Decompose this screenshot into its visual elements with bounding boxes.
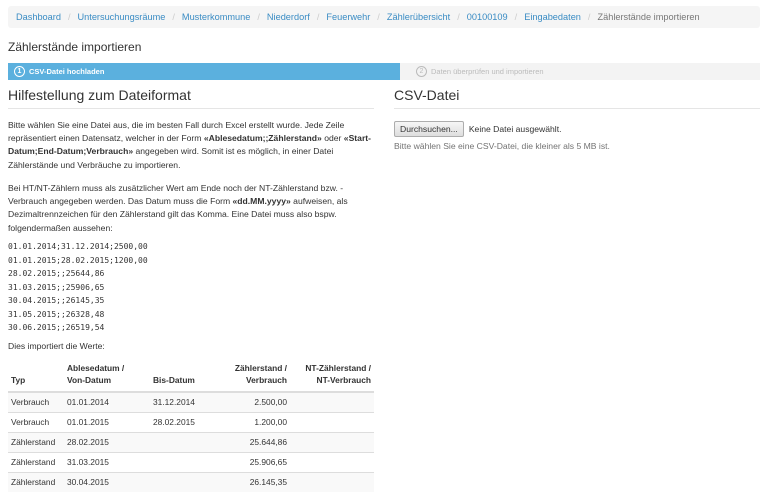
help-paragraph-htnt: Bei HT/NT-Zählern muss als zusätzlicher …: [8, 182, 374, 235]
cell-typ: Zählerstand: [8, 451, 64, 472]
table-row: Zählerstand 28.02.2015 25.644,86: [8, 431, 374, 452]
cell-nt: [290, 411, 374, 432]
breadcrumb-dashboard[interactable]: Dashboard: [16, 12, 61, 22]
breadcrumb: Dashboard / Untersuchungsräume / Musterkom…: [8, 6, 760, 28]
cell-von: 30.04.2015: [64, 471, 150, 492]
cell-von: 01.01.2014: [64, 391, 150, 412]
breadcrumb-separator: /: [257, 12, 260, 22]
breadcrumb-separator: /: [514, 12, 518, 22]
table-row: Zählerstand 31.03.2015 25.906,65: [8, 451, 374, 472]
header-label: NT-Verbrauch: [316, 375, 371, 385]
step-number-badge: 1: [14, 66, 25, 77]
csv-example-line: 31.05.2015;;26328,48: [8, 309, 105, 319]
header-bis-datum: Bis-Datum: [150, 362, 220, 393]
header-label: Ablesedatum /: [67, 363, 125, 373]
cell-von: 28.02.2015: [64, 431, 150, 452]
breadcrumb-zaehler[interactable]: 00100109: [467, 12, 508, 22]
header-label: Typ: [11, 375, 26, 385]
table-row: Zählerstand 30.04.2015 26.145,35: [8, 471, 374, 492]
breadcrumb-separator: /: [377, 12, 380, 22]
help-paragraph-format: Bitte wählen Sie eine Datei aus, die im …: [8, 119, 374, 172]
breadcrumb-musterkommune[interactable]: Musterkommune: [182, 12, 250, 22]
step-number-badge: 2: [416, 66, 427, 77]
header-label: NT-Zählerstand /: [305, 363, 371, 373]
cell-typ: Zählerstand: [8, 431, 64, 452]
text: oder: [321, 133, 344, 144]
breadcrumb-untersuchungsraeume[interactable]: Untersuchungsräume: [78, 12, 166, 22]
breadcrumb-feuerwehr[interactable]: Feuerwehr: [326, 12, 370, 22]
breadcrumb-current: Zählerstände importieren: [597, 12, 700, 22]
cell-zaehlerstand: 2.500,00: [220, 391, 290, 412]
cell-von: 31.03.2015: [64, 451, 150, 472]
cell-bis: 28.02.2015: [150, 411, 220, 432]
cell-typ: Verbrauch: [8, 391, 64, 412]
cell-typ: Verbrauch: [8, 411, 64, 432]
cell-bis: [150, 471, 220, 492]
header-nt-zaehlerstand: NT-Zählerstand / NT-Verbrauch: [290, 362, 374, 393]
table-header-row: Typ Ablesedatum / Von-Datum Bis-Datum Zäh…: [8, 362, 374, 393]
wizard-progress: 1 CSV-Datei hochladen 2 Daten überprüfen…: [8, 63, 760, 80]
cell-nt: [290, 471, 374, 492]
csv-example-line: 31.03.2015;;25906,65: [8, 282, 105, 292]
csv-example-block: 01.01.2014;31.12.2014;2500,00 01.01.2015…: [8, 240, 374, 335]
header-zaehlerstand: Zählerstand / Verbrauch: [220, 362, 290, 393]
csv-example-line: 30.06.2015;;26519,54: [8, 323, 105, 332]
breadcrumb-separator: /: [67, 12, 71, 22]
header-label: Zählerstand /: [234, 363, 287, 373]
import-preview-table: Typ Ablesedatum / Von-Datum Bis-Datum Zäh…: [8, 362, 374, 492]
date-format-example: «dd.MM.yyyy»: [232, 196, 291, 207]
wizard-step-review: 2 Daten überprüfen und importieren: [400, 63, 760, 80]
header-label: Verbrauch: [246, 375, 287, 385]
cell-bis: [150, 431, 220, 452]
help-paragraph-result: Dies importiert die Werte:: [8, 341, 105, 351]
cell-nt: [290, 451, 374, 472]
cell-nt: [290, 391, 374, 412]
breadcrumb-niederdorf[interactable]: Niederdorf: [267, 12, 310, 22]
cell-bis: 31.12.2014: [150, 391, 220, 412]
breadcrumb-eingabedaten[interactable]: Eingabedaten: [524, 12, 581, 22]
csv-example-line: 01.01.2015;28.02.2015;1200,00: [8, 255, 148, 265]
breadcrumb-separator: /: [316, 12, 320, 22]
cell-bis: [150, 451, 220, 472]
browse-file-button[interactable]: Durchsuchen...: [394, 121, 464, 137]
divider: [8, 108, 374, 109]
header-label: Von-Datum: [67, 375, 112, 385]
csv-section-title: CSV-Datei: [394, 87, 460, 103]
cell-nt: [290, 431, 374, 452]
file-upload-field: Durchsuchen... Keine Datei ausgewählt.: [394, 121, 562, 137]
breadcrumb-separator: /: [587, 12, 591, 22]
cell-typ: Zählerstand: [8, 471, 64, 492]
help-section-title: Hilfestellung zum Dateiformat: [8, 87, 191, 103]
header-von-datum: Ablesedatum / Von-Datum: [64, 362, 150, 393]
csv-example-line: 01.01.2014;31.12.2014;2500,00: [8, 242, 148, 251]
csv-example-line: 30.04.2015;;26145,35: [8, 296, 105, 305]
step-label: Daten überprüfen und importieren: [431, 67, 544, 76]
divider: [394, 108, 760, 109]
table-row: Verbrauch 01.01.2015 28.02.2015 1.200,00: [8, 411, 374, 432]
cell-zaehlerstand: 1.200,00: [220, 411, 290, 432]
breadcrumb-separator: /: [457, 12, 460, 22]
header-label: Bis-Datum: [153, 375, 195, 385]
cell-zaehlerstand: 26.145,35: [220, 471, 290, 492]
file-help-text: Bitte wählen Sie eine CSV-Datei, die kle…: [394, 141, 610, 151]
step-label: CSV-Datei hochladen: [29, 67, 105, 76]
cell-zaehlerstand: 25.644,86: [220, 431, 290, 452]
file-status-text: Keine Datei ausgewählt.: [468, 124, 562, 134]
csv-example-line: 28.02.2015;;25644,86: [8, 269, 105, 278]
format-example-reading: «Ablesedatum;;Zählerstand»: [203, 133, 322, 144]
breadcrumb-separator: /: [172, 12, 175, 22]
cell-zaehlerstand: 25.906,65: [220, 451, 290, 472]
table-row: Verbrauch 01.01.2014 31.12.2014 2.500,00: [8, 391, 374, 412]
wizard-step-upload: 1 CSV-Datei hochladen: [8, 63, 409, 80]
header-typ: Typ: [8, 362, 64, 393]
page-title: Zählerstände importieren: [8, 40, 142, 54]
cell-von: 01.01.2015: [64, 411, 150, 432]
breadcrumb-zaehleruebersicht[interactable]: Zählerübersicht: [387, 12, 450, 22]
